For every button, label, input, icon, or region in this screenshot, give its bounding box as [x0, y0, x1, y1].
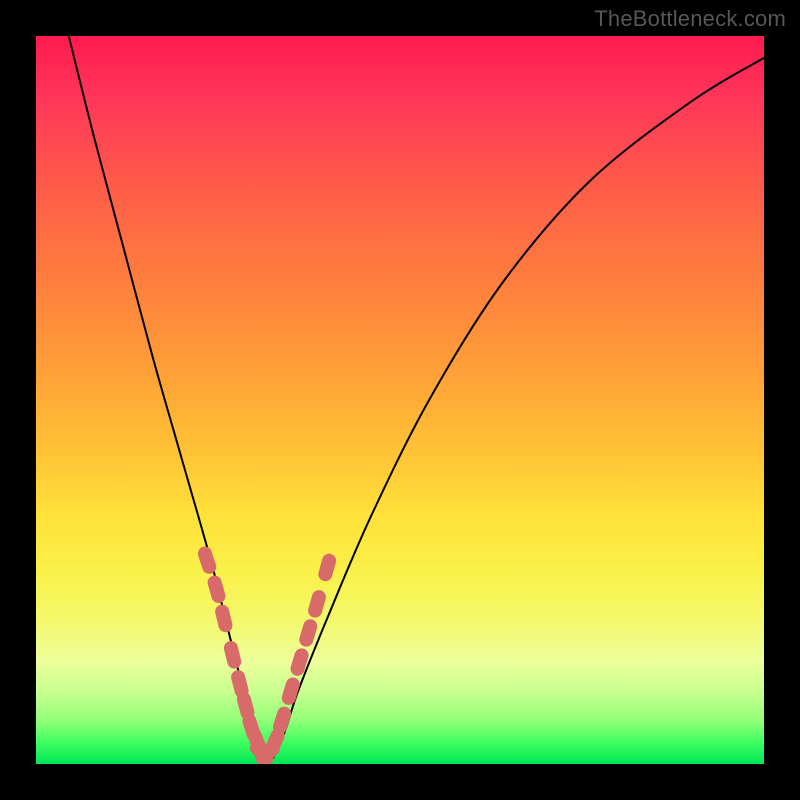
marker-group	[196, 545, 338, 764]
curve-svg	[36, 36, 764, 764]
curve-marker	[271, 705, 293, 736]
curve-marker	[306, 588, 327, 619]
curve-marker	[196, 545, 218, 576]
curve-marker	[289, 647, 310, 678]
watermark-text: TheBottleneck.com	[594, 6, 786, 32]
curve-marker	[222, 640, 242, 671]
curve-marker	[214, 603, 234, 634]
curve-marker	[206, 574, 227, 605]
plot-area	[36, 36, 764, 764]
chart-frame: TheBottleneck.com	[0, 0, 800, 800]
bottleneck-curve	[69, 36, 764, 764]
curve-marker	[317, 552, 338, 583]
